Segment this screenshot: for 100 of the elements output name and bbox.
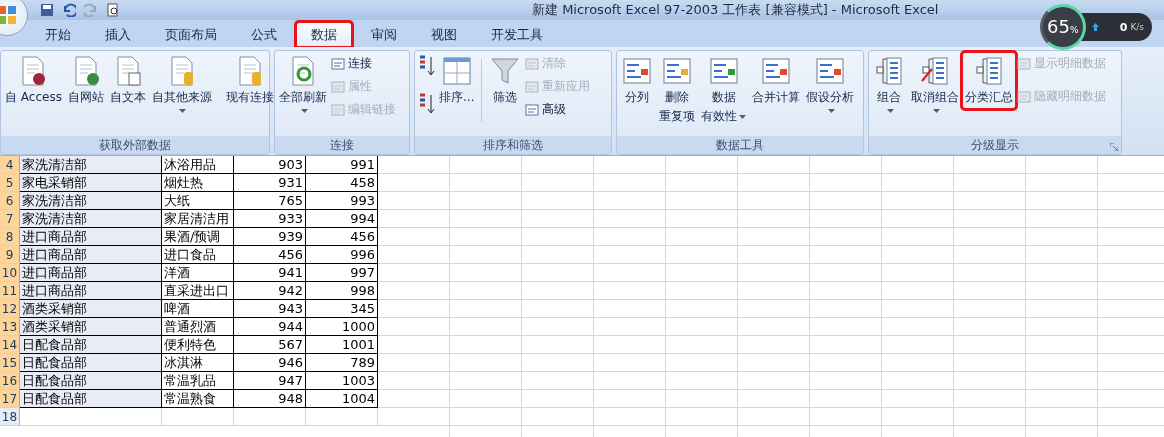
table-cell: 948 — [234, 390, 306, 408]
table-tool-icon — [814, 55, 846, 87]
caret-icon — [300, 109, 308, 113]
row-header[interactable]: 5 — [0, 174, 20, 192]
group-label: 数据工具 — [716, 136, 764, 154]
small-tool-icon — [1017, 89, 1031, 104]
table-cell: 常温乳品 — [162, 372, 234, 390]
ribbon-tab[interactable]: 页面布局 — [150, 22, 232, 47]
ribbon-button[interactable]: 自网站 — [65, 53, 106, 108]
ribbon-button[interactable]: 假设分析 — [804, 53, 856, 115]
ribbon-button-label: 排序... — [439, 89, 475, 106]
ribbon-button-label: 有效性 — [701, 108, 737, 125]
table-cell: 567 — [234, 336, 306, 354]
ribbon-button[interactable]: 自其他来源 — [149, 53, 214, 115]
row-header[interactable]: 9 — [0, 246, 20, 264]
row-header[interactable]: 10 — [0, 264, 20, 282]
outline-icon — [919, 55, 951, 87]
ribbon-button[interactable]: 删除 重复项 — [657, 53, 697, 127]
row-header[interactable]: 6 — [0, 192, 20, 210]
sort-ascending-icon[interactable] — [417, 55, 435, 77]
table-tool-icon — [760, 55, 792, 87]
ribbon-button[interactable]: 全部刷新 — [277, 53, 329, 115]
caret-icon — [179, 109, 187, 113]
ribbon-button[interactable]: 分列 — [619, 53, 655, 108]
speed-unit: K/s — [1130, 22, 1144, 32]
outline-icon — [873, 55, 905, 87]
ribbon-tab[interactable]: 视图 — [416, 22, 472, 47]
small-tool-icon — [331, 102, 345, 117]
table-cell: 996 — [306, 246, 378, 264]
row-header[interactable]: 14 — [0, 336, 20, 354]
ribbon-button-label: 分列 — [625, 89, 649, 106]
table-cell: 994 — [306, 210, 378, 228]
row-header[interactable]: 4 — [0, 156, 20, 174]
row-header[interactable]: 13 — [0, 318, 20, 336]
ribbon-button[interactable]: 合并计算 — [750, 53, 802, 108]
table-cell: 进口商品部 — [20, 264, 162, 282]
ribbon-tab[interactable]: 开发工具 — [476, 22, 558, 47]
table-cell: 458 — [306, 174, 378, 192]
ribbon-tab[interactable]: 数据 — [296, 22, 352, 47]
row-header[interactable]: 12 — [0, 300, 20, 318]
ribbon-small-button[interactable]: 连接 — [331, 55, 396, 72]
ribbon-button[interactable]: 现有连接 — [223, 53, 276, 108]
row-header[interactable]: 7 — [0, 210, 20, 228]
group-label: 连接 — [330, 136, 354, 154]
ribbon-tab[interactable]: 开始 — [30, 22, 86, 47]
ribbon-tab[interactable]: 公式 — [236, 22, 292, 47]
ribbon-button-label: 全部刷新 — [279, 89, 327, 106]
ribbon-button[interactable]: 自文本 — [107, 53, 148, 108]
dialog-launcher-icon[interactable] — [1110, 143, 1118, 151]
table-cell: 日配食品部 — [20, 336, 162, 354]
row-header[interactable]: 15 — [0, 354, 20, 372]
ribbon-tab[interactable]: 插入 — [90, 22, 146, 47]
ribbon-small-button[interactable]: 高级 — [525, 101, 591, 118]
table-cell: 993 — [306, 192, 378, 210]
table-cell: 997 — [306, 264, 378, 282]
percent-sign: % — [1069, 25, 1079, 35]
row-header[interactable]: 11 — [0, 282, 20, 300]
table-cell: 便利特色 — [162, 336, 234, 354]
table-cell: 日配食品部 — [20, 390, 162, 408]
speed-value: 0 — [1119, 20, 1128, 34]
table-cell: 家电采销部 — [20, 174, 162, 192]
table-cell: 沐浴用品 — [162, 156, 234, 174]
table-cell: 进口食品 — [162, 246, 234, 264]
ribbon-button-label: 自文本 — [109, 89, 146, 106]
table-cell: 酒类采销部 — [20, 318, 162, 336]
undo-icon[interactable] — [62, 3, 76, 17]
ribbon-tab[interactable]: 审阅 — [356, 22, 412, 47]
ribbon-button-label: 自 Access — [5, 89, 62, 106]
caret-icon — [932, 109, 940, 113]
sort-descending-icon[interactable] — [417, 93, 435, 115]
ribbon-button-label: 现有连接 — [225, 89, 274, 106]
row-header[interactable]: 16 — [0, 372, 20, 390]
ribbon-button[interactable]: 排序... — [437, 53, 477, 108]
table-cell: 日配食品部 — [20, 354, 162, 372]
table-cell: 345 — [306, 300, 378, 318]
table-cell: 进口商品部 — [20, 228, 162, 246]
upload-arrow-icon — [1091, 23, 1099, 31]
caret-icon — [827, 109, 835, 113]
print-preview-icon[interactable] — [106, 3, 120, 17]
ribbon-button-label: 删除 — [665, 89, 689, 106]
small-tool-icon — [525, 102, 540, 117]
ribbon-button[interactable]: 筛选 — [487, 53, 524, 108]
ribbon-button[interactable]: 组合 — [871, 53, 907, 115]
ribbon-button-label: 取消组合 — [911, 89, 959, 106]
table-cell: 日配食品部 — [20, 372, 162, 390]
ribbon-button-label: 筛选 — [493, 89, 518, 106]
table-cell — [234, 408, 306, 426]
ribbon-button[interactable]: 取消组合 — [909, 53, 961, 115]
save-icon[interactable] — [40, 3, 54, 17]
table-cell: 直采进出口 — [162, 282, 234, 300]
ribbon-button[interactable]: 分类汇总 — [963, 53, 1015, 108]
usage-percent: 65 — [1047, 16, 1070, 37]
table-cell: 903 — [234, 156, 306, 174]
ribbon-button-label: 自网站 — [67, 89, 104, 106]
ribbon-button[interactable]: 自 Access — [3, 53, 64, 108]
table-cell: 947 — [234, 372, 306, 390]
ribbon-button[interactable]: 数据 有效性 — [699, 53, 748, 127]
row-header[interactable]: 18 — [0, 408, 20, 426]
row-header[interactable]: 8 — [0, 228, 20, 246]
row-header[interactable]: 17 — [0, 390, 20, 408]
